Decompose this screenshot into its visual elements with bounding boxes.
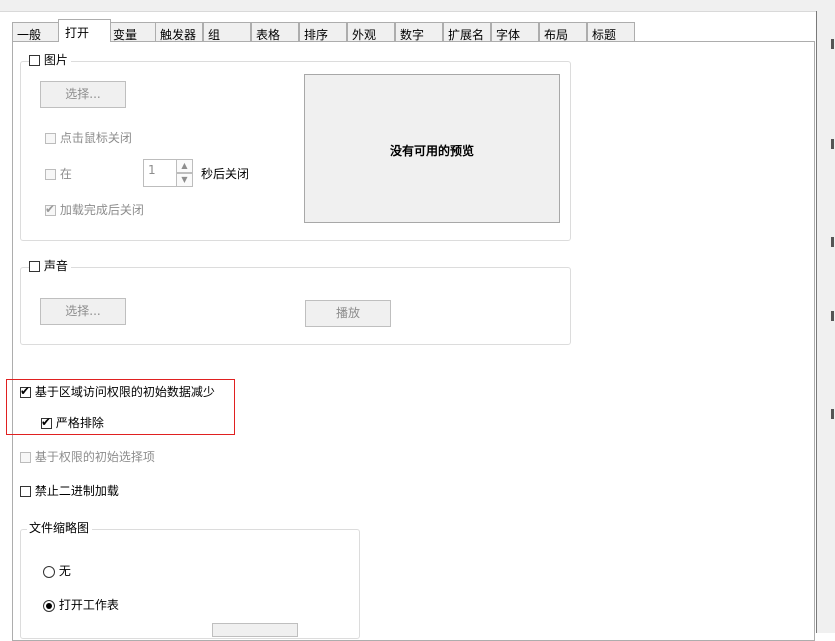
tab-extensions[interactable]: 扩展名	[443, 22, 491, 41]
tab-open[interactable]: 打开	[58, 19, 111, 42]
picture-checkbox[interactable]	[29, 55, 40, 66]
background-window-edge	[816, 11, 835, 633]
disable-binary-load-checkbox[interactable]	[20, 486, 31, 497]
disable-binary-load-label: 禁止二进制加载	[34, 484, 119, 498]
seconds-input[interactable]: 1	[143, 159, 177, 187]
tab-caption[interactable]: 标题	[587, 22, 635, 41]
highlight-annotation-box	[6, 379, 235, 435]
picture-label: 图片	[43, 53, 68, 67]
tab-triggers[interactable]: 触发器	[155, 22, 203, 41]
picture-preview: 没有可用的预览	[304, 74, 560, 223]
thumbnail-select-button[interactable]	[212, 623, 298, 637]
close-after-load-option[interactable]: ✔ 加载完成后关闭	[45, 202, 144, 217]
disable-binary-load-option[interactable]: 禁止二进制加载	[20, 484, 119, 498]
close-after-prefix-label: 在	[59, 167, 72, 181]
thumbnail-none-radio[interactable]	[43, 565, 55, 578]
tab-layout[interactable]: 布局	[539, 22, 587, 41]
sound-label: 声音	[43, 259, 68, 273]
edge-mark	[831, 311, 834, 321]
close-on-click-checkbox[interactable]	[45, 133, 56, 144]
thumbnail-open-sheet-option[interactable]: 打开工作表	[43, 598, 119, 612]
tab-font[interactable]: 字体	[491, 22, 539, 41]
sound-play-button[interactable]: 播放	[305, 300, 391, 327]
tab-appearance[interactable]: 外观	[347, 22, 395, 41]
tab-groups[interactable]: 组	[203, 22, 251, 41]
tab-variables[interactable]: 变量	[108, 22, 156, 41]
close-after-load-checkbox[interactable]: ✔	[45, 202, 56, 216]
thumbnail-none-option[interactable]: 无	[43, 564, 71, 578]
spin-down-icon[interactable]: ▼	[176, 173, 193, 187]
close-after-suffix-label: 秒后关闭	[201, 167, 250, 181]
tab-tables[interactable]: 表格	[251, 22, 299, 41]
picture-select-button[interactable]: 选择...	[40, 81, 126, 108]
sound-group-legend: 声音	[29, 259, 71, 273]
thumbnail-none-label: 无	[58, 564, 71, 578]
tab-number[interactable]: 数字	[395, 22, 443, 41]
radio-dot-icon	[46, 602, 52, 609]
picture-group-legend: 图片	[29, 53, 71, 67]
close-after-load-label: 加载完成后关闭	[59, 203, 144, 217]
sound-checkbox[interactable]	[29, 261, 40, 272]
close-on-click-label: 点击鼠标关闭	[59, 131, 132, 145]
thumbnail-group-legend: 文件缩略图	[27, 521, 93, 535]
check-icon: ✔	[45, 202, 56, 216]
edge-mark	[831, 409, 834, 419]
seconds-stepper: ▲ ▼	[176, 159, 193, 187]
tab-bar: 一般 打开 变量 触发器 组 表格 排序 外观 数字 扩展名 字体 布局 标题	[12, 19, 815, 42]
close-after-option[interactable]: 在	[45, 167, 72, 181]
initial-selection-option[interactable]: 基于权限的初始选择项	[20, 450, 155, 464]
tab-general[interactable]: 一般	[12, 22, 59, 41]
close-after-checkbox[interactable]	[45, 169, 56, 180]
sound-select-button[interactable]: 选择...	[40, 298, 126, 325]
thumbnail-open-sheet-radio[interactable]	[43, 599, 55, 612]
edge-mark	[831, 39, 834, 49]
thumbnail-open-sheet-label: 打开工作表	[58, 598, 119, 612]
initial-selection-label: 基于权限的初始选择项	[34, 450, 155, 464]
preview-placeholder-text: 没有可用的预览	[389, 144, 474, 158]
thumbnail-group	[20, 529, 360, 639]
window-top-edge	[0, 0, 835, 12]
edge-mark	[831, 139, 834, 149]
tab-sort[interactable]: 排序	[299, 22, 347, 41]
spin-up-icon[interactable]: ▲	[176, 159, 193, 173]
close-on-click-option[interactable]: 点击鼠标关闭	[45, 131, 132, 145]
edge-mark	[831, 237, 834, 247]
initial-selection-checkbox[interactable]	[20, 452, 31, 463]
